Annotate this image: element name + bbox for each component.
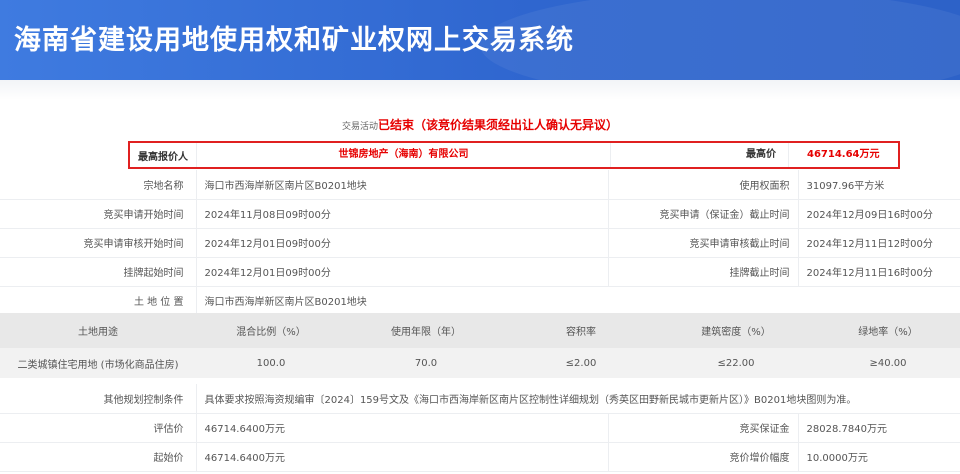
deposit-label: 竞买保证金 xyxy=(607,413,798,443)
table-row: 起始价 46714.6400万元 竞价增价幅度 10.0000万元 xyxy=(0,442,960,472)
apply-start-value: 2024年11月08日09时00分 xyxy=(195,199,608,229)
table-row: 竞买申请开始时间 2024年11月08日09时00分 竞买申请（保证金）截止时间… xyxy=(0,199,960,229)
increment-value: 10.0000万元 xyxy=(797,442,960,472)
years-value: 70.0 xyxy=(346,348,506,378)
status-state: 已结束 xyxy=(377,118,414,132)
highest-price-value: 46714.64万元 xyxy=(788,143,898,167)
status-note: （该竞价结果须经出让人确认无异议） xyxy=(414,118,619,132)
deposit-value: 28028.7840万元 xyxy=(797,413,960,443)
table-row: 其他规划控制条件 具体要求按照海资规编审〔2024〕159号文及《海口市西海岸新… xyxy=(0,384,960,414)
green-value: ≥40.00 xyxy=(816,348,960,378)
planning-label: 其他规划控制条件 xyxy=(0,384,196,414)
highest-bidder-value: 世锦房地产（海南）有限公司 xyxy=(196,143,610,167)
col-header-use: 土地用途 xyxy=(0,313,196,348)
review-deadline-label: 竞买申请审核截止时间 xyxy=(607,228,798,258)
location-label: 土 地 位 置 xyxy=(0,286,196,316)
table-row: 挂牌起始时间 2024年12月01日09时00分 挂牌截止时间 2024年12月… xyxy=(0,257,960,287)
highest-bid-row: 最高报价人 世锦房地产（海南）有限公司 最高价 46714.64万元 xyxy=(130,143,898,167)
table-row: 土 地 位 置 海口市西海岸新区南片区B0201地块 xyxy=(0,286,960,316)
land-use-header-row: 土地用途 混合比例（%） 使用年限（年） 容积率 建筑密度（%） 绿地率（%） xyxy=(0,313,960,348)
app-title: 海南省建设用地使用权和矿业权网上交易系统 xyxy=(14,25,574,56)
highest-bidder-label: 最高报价人 xyxy=(138,151,188,163)
parcel-name-label: 宗地名称 xyxy=(0,170,196,200)
header-strip xyxy=(0,80,960,100)
listing-start-value: 2024年12月01日09时00分 xyxy=(195,257,608,287)
listing-deadline-label: 挂牌截止时间 xyxy=(607,257,798,287)
col-header-green: 绿地率（%） xyxy=(816,313,960,348)
price-info-table: 其他规划控制条件 具体要求按照海资规编审〔2024〕159号文及《海口市西海岸新… xyxy=(0,384,960,472)
location-value: 海口市西海岸新区南片区B0201地块 xyxy=(195,286,960,316)
area-value: 31097.96平方米 xyxy=(797,170,960,200)
trade-status: 交易活动已结束（该竞价结果须经出让人确认无异议） xyxy=(0,116,960,133)
deposit-deadline-value: 2024年12月09日16时00分 xyxy=(797,199,960,229)
parcel-info-table: 宗地名称 海口市西海岸新区南片区B0201地块 使用权面积 31097.96平方… xyxy=(0,170,960,316)
table-row: 宗地名称 海口市西海岸新区南片区B0201地块 使用权面积 31097.96平方… xyxy=(0,170,960,200)
table-row: 评估价 46714.6400万元 竞买保证金 28028.7840万元 xyxy=(0,413,960,443)
planning-value: 具体要求按照海资规编审〔2024〕159号文及《海口市西海岸新区南片区控制性详细… xyxy=(195,384,960,414)
increment-label: 竞价增价幅度 xyxy=(607,442,798,472)
land-use-table: 土地用途 混合比例（%） 使用年限（年） 容积率 建筑密度（%） 绿地率（%） … xyxy=(0,313,960,378)
start-price-value: 46714.6400万元 xyxy=(195,442,608,472)
mix-ratio-value: 100.0 xyxy=(196,348,346,378)
appraisal-value: 46714.6400万元 xyxy=(195,413,608,443)
table-row: 竞买申请审核开始时间 2024年12月01日09时00分 竞买申请审核截止时间 … xyxy=(0,228,960,258)
appraisal-label: 评估价 xyxy=(0,413,196,443)
col-header-years: 使用年限（年） xyxy=(346,313,506,348)
far-value: ≤2.00 xyxy=(506,348,656,378)
parcel-name-value: 海口市西海岸新区南片区B0201地块 xyxy=(195,170,608,200)
review-deadline-value: 2024年12月11日12时00分 xyxy=(797,228,960,258)
listing-start-label: 挂牌起始时间 xyxy=(0,257,196,287)
area-label: 使用权面积 xyxy=(607,170,798,200)
highest-price-label: 最高价 xyxy=(610,143,788,167)
listing-deadline-value: 2024年12月11日16时00分 xyxy=(797,257,960,287)
density-value: ≤22.00 xyxy=(656,348,816,378)
apply-start-label: 竞买申请开始时间 xyxy=(0,199,196,229)
app-header: 海南省建设用地使用权和矿业权网上交易系统 xyxy=(0,0,960,80)
status-label: 交易活动 xyxy=(341,122,378,132)
land-use-value: 二类城镇住宅用地 (市场化商品住房) xyxy=(0,348,196,378)
review-start-label: 竞买申请审核开始时间 xyxy=(0,228,196,258)
deposit-deadline-label: 竞买申请（保证金）截止时间 xyxy=(607,199,798,229)
col-header-density: 建筑密度（%） xyxy=(656,313,816,348)
start-price-label: 起始价 xyxy=(0,442,196,472)
review-start-value: 2024年12月01日09时00分 xyxy=(195,228,608,258)
col-header-ratio: 混合比例（%） xyxy=(196,313,346,348)
table-row: 二类城镇住宅用地 (市场化商品住房) 100.0 70.0 ≤2.00 ≤22.… xyxy=(0,348,960,378)
col-header-far: 容积率 xyxy=(506,313,656,348)
